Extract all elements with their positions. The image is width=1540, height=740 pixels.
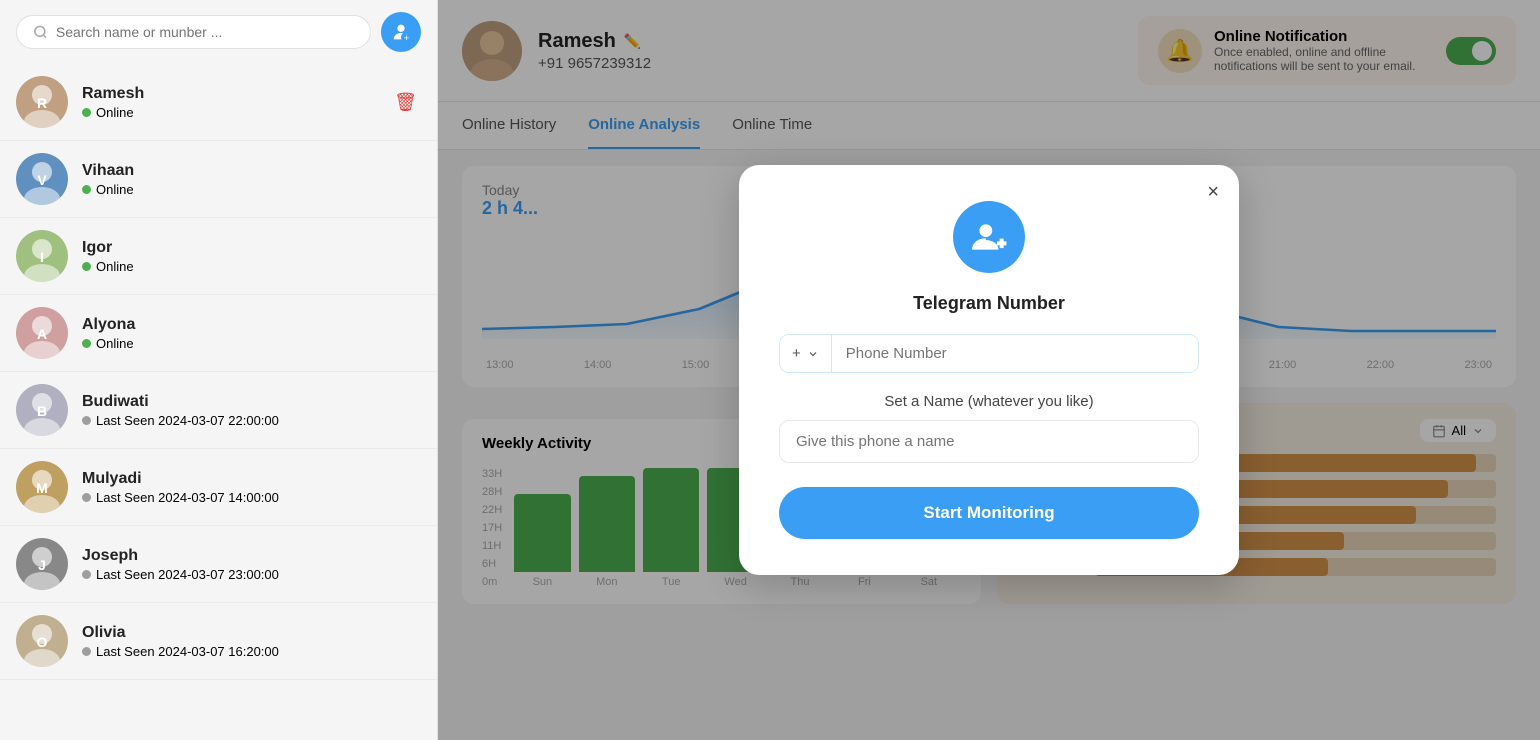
svg-text:M: M xyxy=(36,480,48,496)
status-text: Last Seen 2024-03-07 14:00:00 xyxy=(96,490,279,505)
add-person-icon xyxy=(970,218,1008,256)
contact-status: Online xyxy=(82,336,421,351)
contact-info: Alyona Online xyxy=(82,316,421,351)
contact-item[interactable]: V Vihaan Online xyxy=(0,141,437,218)
name-input[interactable] xyxy=(779,420,1199,463)
contact-info: Mulyadi Last Seen 2024-03-07 14:00:00 xyxy=(82,470,421,505)
status-text: Online xyxy=(96,259,134,274)
contact-status: Last Seen 2024-03-07 23:00:00 xyxy=(82,567,421,582)
search-input[interactable] xyxy=(56,24,354,40)
status-dot xyxy=(82,185,91,194)
country-code-select[interactable]: + xyxy=(780,335,832,372)
contact-avatar: A xyxy=(16,307,68,359)
contact-name: Joseph xyxy=(82,547,421,565)
modal-overlay: × Telegram Number + xyxy=(438,0,1540,740)
contact-status: Last Seen 2024-03-07 14:00:00 xyxy=(82,490,421,505)
search-icon xyxy=(33,24,48,40)
contact-list: R Ramesh Online 🗑 V Vihaan Online xyxy=(0,64,437,740)
svg-text:A: A xyxy=(37,326,47,342)
contact-name: Alyona xyxy=(82,316,421,334)
contact-name: Olivia xyxy=(82,624,421,642)
svg-text:R: R xyxy=(37,95,47,111)
contact-item[interactable]: J Joseph Last Seen 2024-03-07 23:00:00 xyxy=(0,526,437,603)
status-dot xyxy=(82,570,91,579)
svg-text:B: B xyxy=(37,403,47,419)
contact-info: Igor Online xyxy=(82,239,421,274)
contact-status: Last Seen 2024-03-07 22:00:00 xyxy=(82,413,421,428)
contact-name: Vihaan xyxy=(82,162,421,180)
user-icon: + xyxy=(390,21,412,43)
modal-close-button[interactable]: × xyxy=(1207,181,1219,204)
contact-status: Online xyxy=(82,259,421,274)
svg-text:O: O xyxy=(37,634,48,650)
status-dot xyxy=(82,262,91,271)
add-user-icon-circle xyxy=(953,201,1025,273)
status-text: Last Seen 2024-03-07 23:00:00 xyxy=(96,567,279,582)
country-code-plus: + xyxy=(792,345,801,362)
contact-avatar: O xyxy=(16,615,68,667)
status-dot xyxy=(82,416,91,425)
contact-item[interactable]: O Olivia Last Seen 2024-03-07 16:20:00 xyxy=(0,603,437,680)
contact-name: Budiwati xyxy=(82,393,421,411)
svg-text:+: + xyxy=(404,33,409,43)
main-content: Ramesh ✏️ +91 9657239312 🔔 Online Notifi… xyxy=(438,0,1540,740)
contact-item[interactable]: A Alyona Online xyxy=(0,295,437,372)
status-text: Online xyxy=(96,105,134,120)
contact-name: Ramesh xyxy=(82,85,390,103)
contact-avatar: M xyxy=(16,461,68,513)
status-dot xyxy=(82,647,91,656)
contact-status: Last Seen 2024-03-07 16:20:00 xyxy=(82,644,421,659)
contact-status: Online xyxy=(82,105,390,120)
add-number-modal: × Telegram Number + xyxy=(739,165,1239,575)
contact-name: Igor xyxy=(82,239,421,257)
modal-icon xyxy=(779,201,1199,273)
contact-info: Ramesh Online xyxy=(82,85,390,120)
contact-name: Mulyadi xyxy=(82,470,421,488)
svg-text:I: I xyxy=(40,249,44,265)
status-text: Last Seen 2024-03-07 22:00:00 xyxy=(96,413,279,428)
avatar-img: A xyxy=(16,307,68,359)
contact-avatar: V xyxy=(16,153,68,205)
contact-item[interactable]: M Mulyadi Last Seen 2024-03-07 14:00:00 xyxy=(0,449,437,526)
status-text: Online xyxy=(96,336,134,351)
status-dot xyxy=(82,339,91,348)
avatar-img: V xyxy=(16,153,68,205)
svg-text:J: J xyxy=(38,557,46,573)
contact-item[interactable]: B Budiwati Last Seen 2024-03-07 22:00:00 xyxy=(0,372,437,449)
profile-avatar-button[interactable]: + xyxy=(381,12,421,52)
chevron-down-icon-small xyxy=(807,348,819,360)
avatar-img: O xyxy=(16,615,68,667)
status-dot xyxy=(82,493,91,502)
status-dot xyxy=(82,108,91,117)
phone-number-input[interactable] xyxy=(832,335,1198,372)
contact-info: Olivia Last Seen 2024-03-07 16:20:00 xyxy=(82,624,421,659)
sidebar: + R Ramesh Online 🗑 V xyxy=(0,0,438,740)
contact-info: Joseph Last Seen 2024-03-07 23:00:00 xyxy=(82,547,421,582)
contact-avatar: J xyxy=(16,538,68,590)
svg-text:V: V xyxy=(37,172,47,188)
avatar-img: I xyxy=(16,230,68,282)
name-label: Set a Name (whatever you like) xyxy=(779,393,1199,410)
contact-status: Online xyxy=(82,182,421,197)
contact-item[interactable]: R Ramesh Online 🗑 xyxy=(0,64,437,141)
status-text: Online xyxy=(96,182,134,197)
contact-item[interactable]: I Igor Online xyxy=(0,218,437,295)
avatar-img: B xyxy=(16,384,68,436)
contact-avatar: B xyxy=(16,384,68,436)
contact-avatar: R xyxy=(16,76,68,128)
modal-title: Telegram Number xyxy=(779,293,1199,314)
delete-button[interactable]: 🗑 xyxy=(390,88,421,117)
search-input-wrap[interactable] xyxy=(16,15,371,49)
phone-input-row: + xyxy=(779,334,1199,373)
avatar-img: M xyxy=(16,461,68,513)
avatar-img: R xyxy=(16,76,68,128)
start-monitoring-button[interactable]: Start Monitoring xyxy=(779,487,1199,539)
contact-info: Budiwati Last Seen 2024-03-07 22:00:00 xyxy=(82,393,421,428)
avatar-img: J xyxy=(16,538,68,590)
contact-avatar: I xyxy=(16,230,68,282)
contact-info: Vihaan Online xyxy=(82,162,421,197)
status-text: Last Seen 2024-03-07 16:20:00 xyxy=(96,644,279,659)
search-bar: + xyxy=(0,0,437,64)
